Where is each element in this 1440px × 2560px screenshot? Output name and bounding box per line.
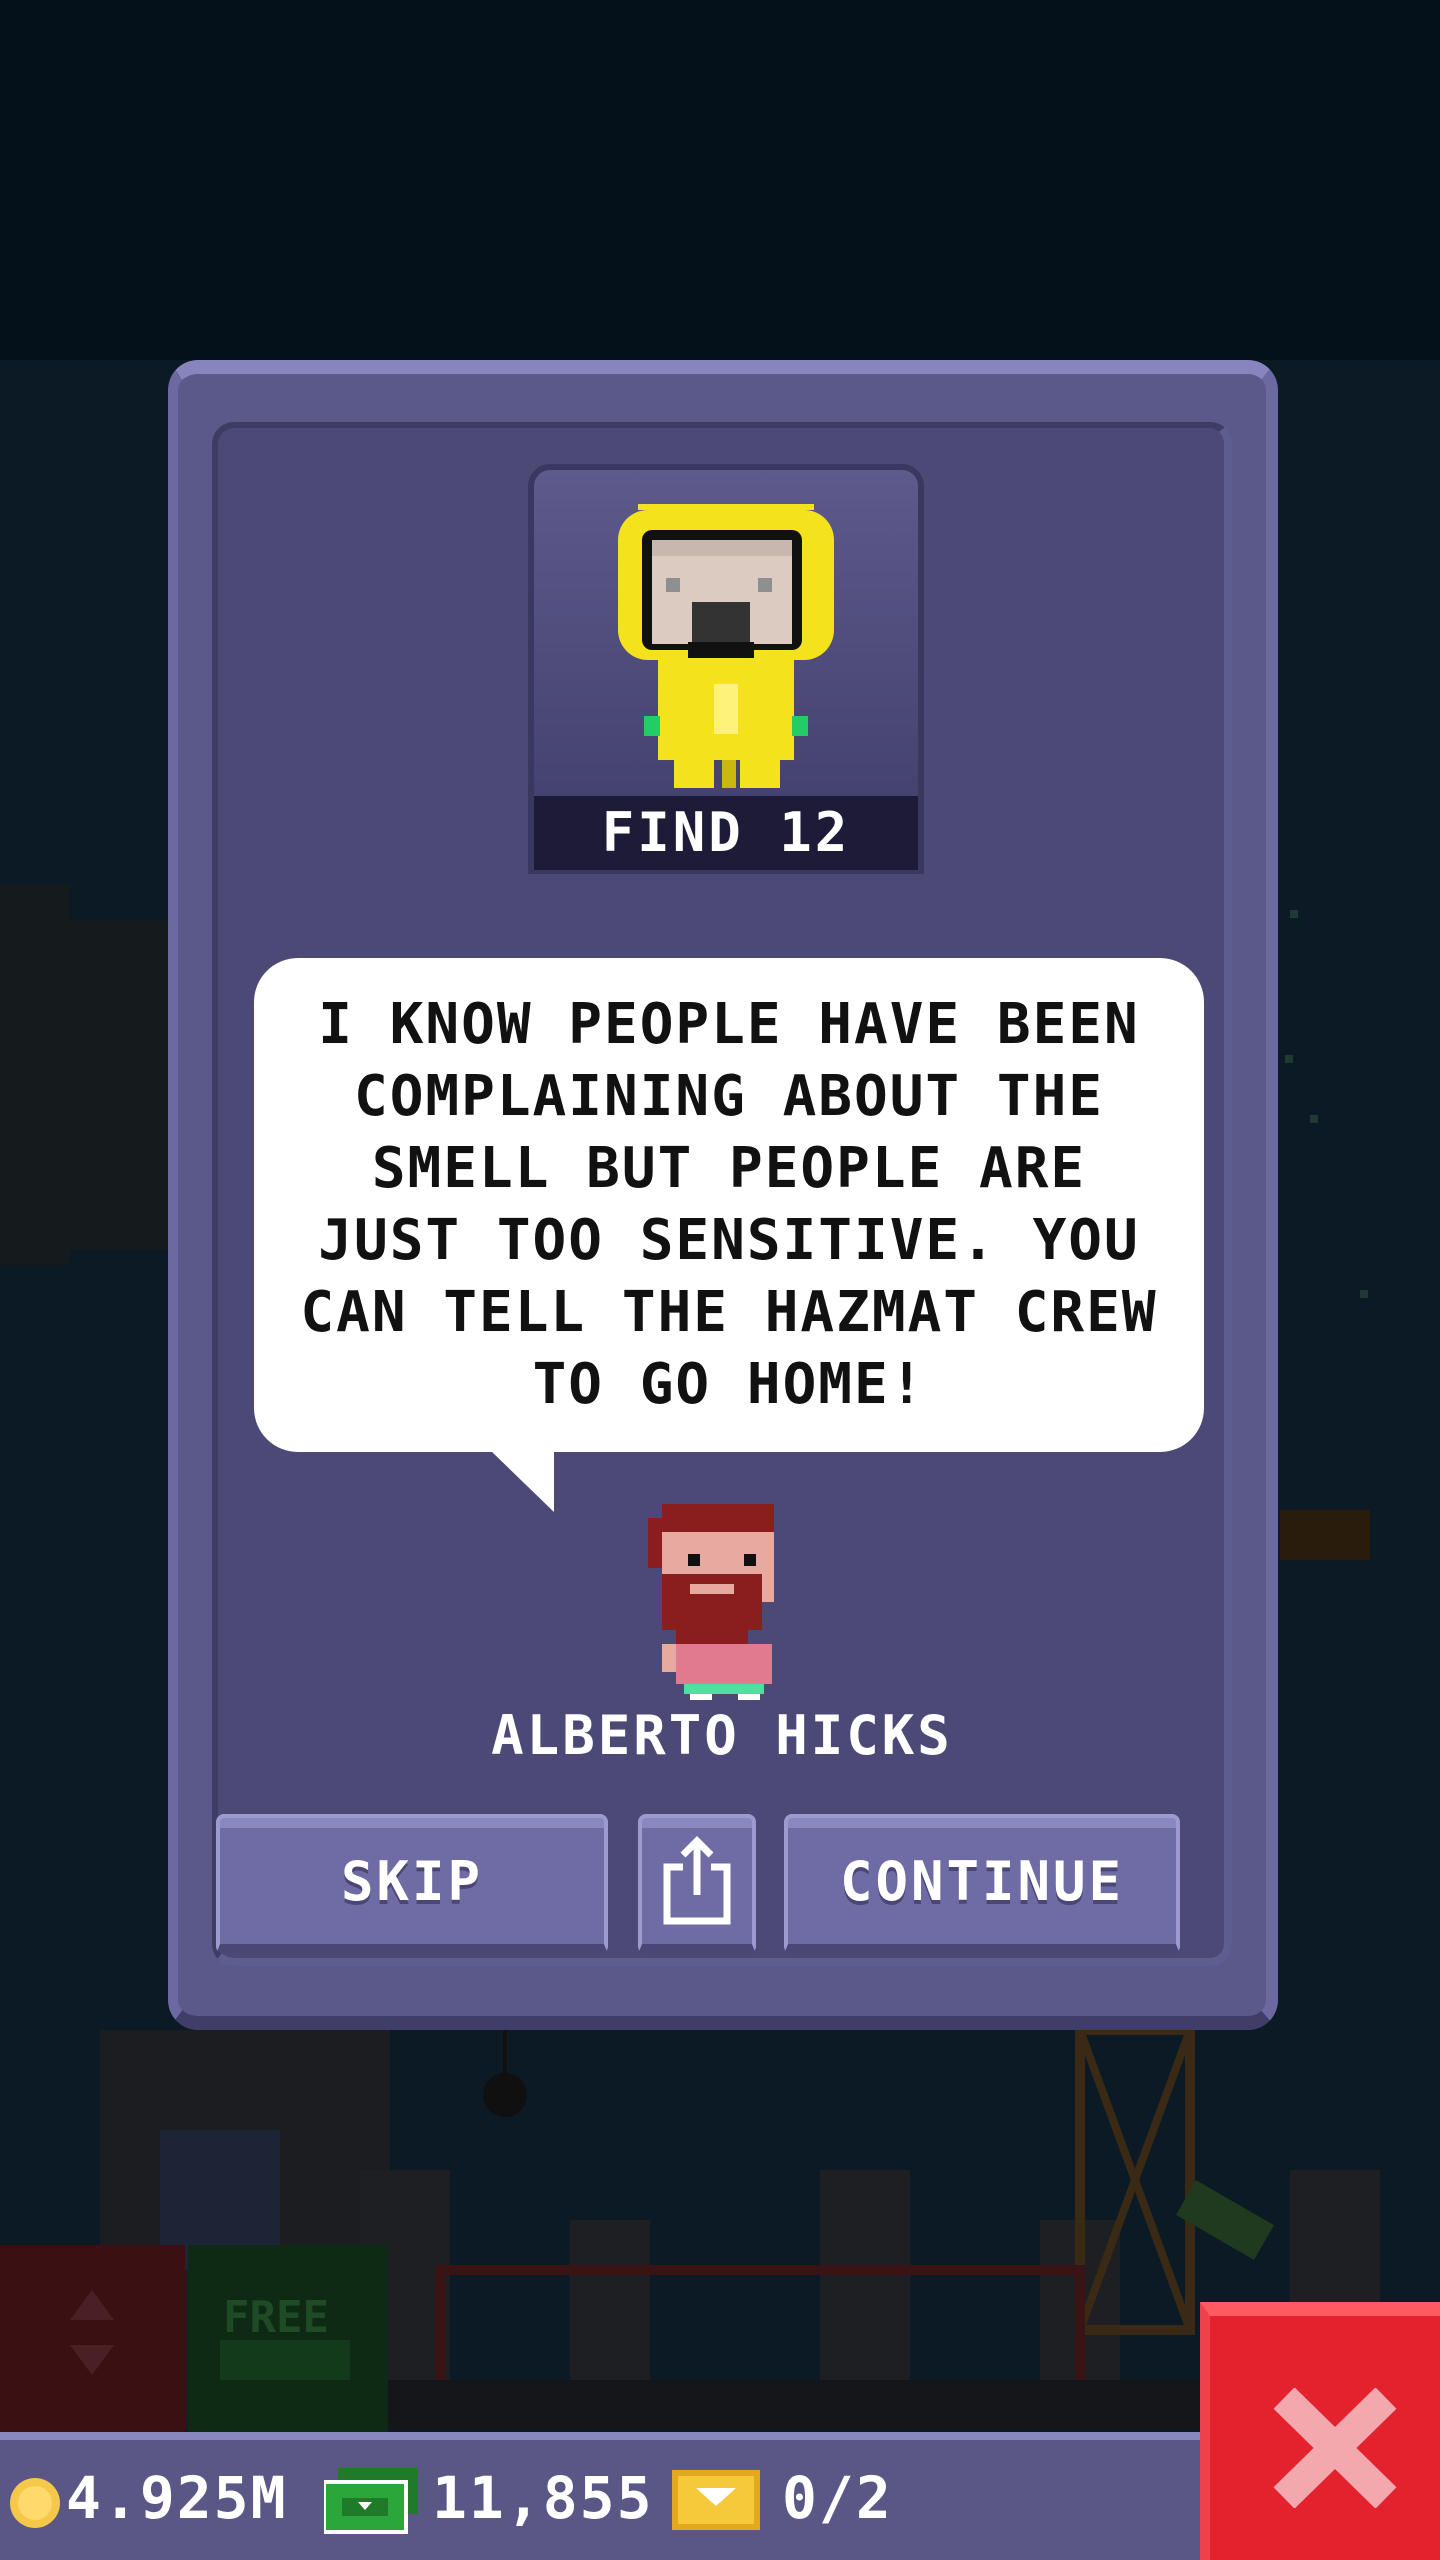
skip-button[interactable]: SKIP [216,1814,608,1954]
hazmat-character-icon [618,504,834,788]
close-button[interactable] [1200,2302,1440,2560]
tickets-value: 0/2 [782,2464,893,2532]
continue-button-label: CONTINUE [839,1849,1125,1913]
close-icon [1273,2388,1397,2508]
npc-name: ALBERTO HICKS [491,1704,953,1767]
free-button-label: FREE [223,2292,329,2343]
speech-bubble: I KNOW PEOPLE HAVE BEEN COMPLAINING ABOU… [254,958,1204,1452]
bux-icon [324,2468,418,2534]
bux-value: 11,855 [432,2464,654,2532]
dialog-message: I KNOW PEOPLE HAVE BEEN COMPLAINING ABOU… [300,992,1158,1417]
quest-dialog: FIND 12 I KNOW PEOPLE HAVE BEEN COMPLAIN… [168,360,1278,2030]
find-count-label: FIND 12 [534,796,918,870]
npc-avatar [648,1504,774,1700]
speech-bubble-tail [490,1450,554,1512]
share-icon [663,1836,731,1925]
continue-button[interactable]: CONTINUE [784,1814,1180,1954]
ticket-icon [672,2470,760,2530]
coin-icon [10,2478,60,2528]
skip-button-label: SKIP [340,1849,484,1913]
coins-value: 4.925M [66,2464,288,2532]
share-button[interactable] [638,1814,756,1954]
